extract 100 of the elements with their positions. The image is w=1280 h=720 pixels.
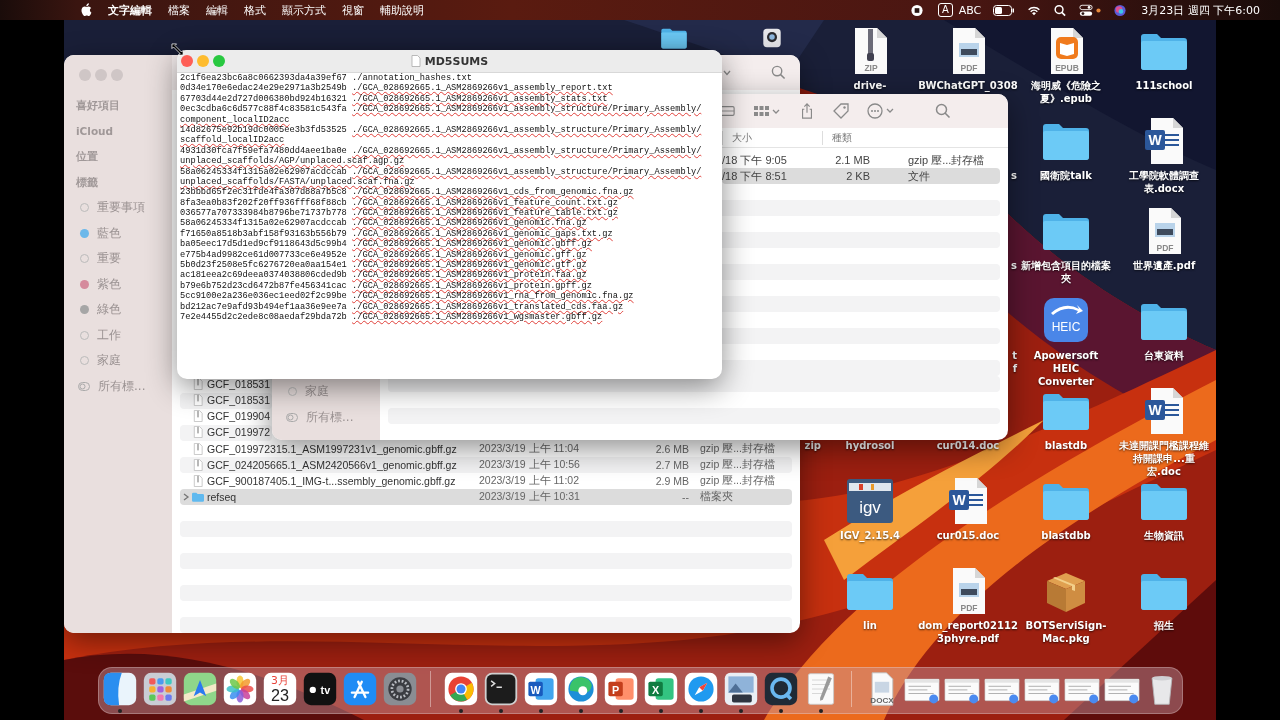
icon-label: BWChatGPT_0308: [918, 79, 1018, 92]
file-name: refseq: [207, 491, 238, 503]
icon-label: 新增包含項目的檔案夾: [1020, 259, 1112, 285]
text-line: ba05eec17d5d1ed9cf9118643d5c99b4 ./GCA_028692665.1_ASM2869266v1_genomic.gbff.gz: [180, 239, 593, 250]
file-size: 2 KB: [845, 170, 871, 182]
icon-label: 生物資訊: [1144, 529, 1184, 542]
file-date: 2023/3/19 上午 11:04: [479, 442, 581, 456]
icon-label: drive-: [853, 79, 887, 92]
file-date: 2023/3/19 上午 10:56: [479, 458, 581, 472]
file-kind: gzip 壓...封存檔: [907, 152, 986, 168]
icon-label: blastdbb: [1041, 529, 1091, 542]
file-name: GCF_024205665.1_ASM2420566v1_genomic.gbff.gz: [207, 459, 458, 471]
file-size: 2.7 MB: [654, 459, 689, 471]
text-line: 67703d44e2d727d006380bd924b16321 ./GCA_028692665.1_ASM2869266v1_assembly_stats.txt: [180, 93, 609, 104]
text-line: 2c1f6ea23bc6a8c0662393da4a39ef67 ./annotation_hashes.txt: [180, 73, 473, 83]
text-line: 4931d30fca7f59efa7480dd4aee1ba0e ./GCA_028692665.1_ASM2869266v1_assembly_structure/Primary_Assembly/: [180, 145, 703, 156]
file-date: /18 下午 9:05: [722, 152, 788, 168]
text-line: e775b4ad9982ce61d007733ce6e4952e ./GCA_028692665.1_ASM2869266v1_genomic.gff.gz: [180, 249, 588, 260]
file-date: /18 下午 8:51: [722, 168, 788, 184]
text-line: 23bbbd65f2ec31fde4fa307d88a7b5c8 ./GCA_028692665.1_ASM2869266v1_cds_from_genomic.fna.gz: [180, 187, 635, 198]
text-line: 58a06245334f1315a02e62907acdccab ./GCA_028692665.1_ASM2869266v1_assembly_structure/Primary_Assembly/: [180, 166, 703, 177]
icon-label: BOTServiSign- Mac.pkg: [1025, 619, 1107, 645]
file-size: 2.1 MB: [834, 154, 871, 166]
app-menu[interactable]: 文字編輯: [108, 2, 152, 18]
text-line: 036577a707333984b8796be71737b778 ./GCA_028692665.1_ASM2869266v1_feature_table.txt.gz: [180, 208, 619, 219]
menu-item[interactable]: 視窗: [342, 2, 364, 18]
icon-label: zip: [804, 439, 821, 452]
text-line: 14d82675e92b19dc0005ee3b3fd53525 ./GCA_028692665.1_ASM2869266v1_assembly_structure/Primary_Assembly/: [180, 124, 703, 135]
file-row[interactable]: GCF_900187405.1_IMG-t...ssembly_genomic.gbff.gz 2023/3/19 上午 11:02 2.9 MB gzip 壓...封存檔: [180, 473, 792, 489]
icon-label: 111school: [1135, 79, 1193, 92]
file-name: GCF_018531: [207, 378, 272, 390]
text-line: b79e6b752d23cd6472b87fe456341cac ./GCA_028692665.1_ASM2869266v1_protein.gpff.gz: [180, 280, 593, 291]
text-line: component_localID2acc: [180, 114, 291, 125]
file-size: 2.6 MB: [654, 443, 689, 455]
file-kind: 文件: [907, 168, 931, 184]
icon-label: hydrosol: [845, 439, 895, 452]
text-line: unplaced_scaffolds/FASTA/unplaced.scaf.fna.gz: [180, 176, 416, 187]
icon-label: blastdb: [1044, 439, 1088, 452]
converter-app-icon[interactable]: HEIC: [1041, 297, 1091, 345]
file-name: GCF_019904: [207, 410, 272, 422]
icon-label: cur015.doc: [936, 529, 1000, 542]
sidebar-heading: 位置: [76, 149, 99, 164]
input-source-badge[interactable]: A: [937, 3, 953, 17]
icon-label: s: [1011, 169, 1017, 182]
file-name: GCF_018531: [207, 394, 272, 406]
text-line: 58a06245334f1315a02e62907acdccab ./GCA_028692665.1_ASM2869266v1_genomic.fna.gz: [180, 218, 588, 229]
icon-label: 國衛院talk: [1040, 169, 1092, 182]
file-kind: gzip 壓...封存檔: [699, 458, 776, 472]
file-date: 2023/3/19 上午 10:31: [479, 490, 581, 504]
icon-label: 世界遺產.pdf: [1132, 259, 1196, 272]
menu-item[interactable]: 格式: [244, 2, 266, 18]
file-row[interactable]: GCF_024205665.1_ASM2420566v1_genomic.gbff.gz 2023/3/19 上午 10:56 2.7 MB gzip 壓...封存檔: [180, 457, 792, 473]
sidebar-heading: 標籤: [76, 174, 99, 190]
file-name: GCF_019972315.1_ASM1997231v1_genomic.gbff.gz: [207, 443, 458, 455]
file-kind: 檔案夾: [699, 490, 734, 504]
file-name: GCF_900187405.1_IMG-t...ssembly_genomic.gbff.gz: [207, 475, 457, 487]
menu-item[interactable]: 輔助說明: [380, 2, 424, 18]
icon-label: 工學院軟體調查表.docx: [1128, 169, 1200, 195]
text-line: 7e2e4455d2c2ede8c08aedaf29bda72b ./GCA_028692665.1_ASM2869266v1_wgsmaster.gbff.gz: [180, 312, 604, 323]
menu-clock[interactable]: 3月23日 週四 下午6:00: [1141, 2, 1260, 18]
file-date: 2023/3/19 上午 11:02: [479, 474, 581, 488]
input-source-label[interactable]: ABC: [958, 3, 982, 17]
icon-label: 招生: [1154, 619, 1174, 632]
file-row[interactable]: GCF_019972: [180, 425, 272, 441]
icon-label: t f: [1012, 349, 1017, 375]
text-line: bd212ac7e9afd93b494ef1aa36e9ee7a ./GCA_028692665.1_ASM2869266v1_translated_cds.faa.gz: [180, 301, 625, 312]
sidebar-heading: 喜好項目: [76, 98, 121, 113]
icon-label: lin: [863, 619, 877, 632]
file-row[interactable]: GCF_018531: [180, 377, 272, 393]
icon-label: 海明威《危險之夏》.epub: [1030, 79, 1102, 105]
file-row[interactable]: /18 下午 8:51 2 KB 文件: [722, 168, 1000, 184]
file-kind: gzip 壓...封存檔: [699, 442, 776, 456]
file-row[interactable]: refseq 2023/3/19 上午 10:31 -- 檔案夾: [180, 489, 792, 505]
file-kind: gzip 壓...封存檔: [699, 474, 776, 488]
column-header[interactable]: 種類: [822, 130, 900, 145]
file-row[interactable]: GCF_019972315.1_ASM1997231v1_genomic.gbff.gz 2023/3/19 上午 11:04 2.6 MB gzip 壓...封存檔: [180, 441, 792, 457]
menu-item[interactable]: 檔案: [168, 2, 190, 18]
file-row[interactable]: /18 下午 9:05 2.1 MB gzip 壓...封存檔: [722, 152, 1000, 168]
icon-label: dom_report02112 3phyre.pdf: [918, 619, 1018, 645]
text-line: ac181eea2c69deea0374038806cded9b ./GCA_028692665.1_ASM2869266v1_protein.faa.gz: [180, 270, 588, 281]
sidebar-heading: iCloud: [76, 123, 115, 139]
file-name: GCF_019972: [207, 426, 272, 438]
file-size: 2.9 MB: [654, 475, 689, 487]
menu-item[interactable]: 顯示方式: [282, 2, 326, 18]
file-row[interactable]: GCF_019904: [180, 409, 272, 425]
file-size: --: [681, 491, 689, 503]
text-line: 8fa3ea0b83f202f20ff936fff68f88cb ./GCA_028692665.1_ASM2869266v1_feature_count.txt.gz: [180, 197, 619, 208]
text-line: 0ec3cdba6c6d577c88f4c83581c543fa ./GCA_028692665.1_ASM2869266v1_assembly_structure/Primary_Assembly/: [180, 104, 703, 115]
icon-label: 台東資料: [1144, 349, 1184, 362]
window-title: MD5SUMS: [424, 54, 489, 68]
icon-label: IGV_2.15.4: [839, 529, 901, 542]
text-line: 5b0d23f2508e5fc6276720ea0aa154e1 ./GCA_028692665.1_ASM2869266v1_genomic.gtf.gz: [180, 260, 588, 271]
genome-viewer-app-icon[interactable]: igv: [845, 477, 895, 525]
icon-label: s: [1011, 259, 1017, 272]
icon-label: Apowersoft HEIC Converter: [1032, 349, 1100, 388]
icon-label: 未達開課門檻課程維持開課申...重宏.doc: [1118, 439, 1210, 478]
menu-item[interactable]: 編輯: [206, 2, 228, 18]
text-line: f71650a8518b3abf158f93163b556b79 ./GCA_028692665.1_ASM2869266v1_genomic_gaps.txt.gz: [180, 228, 614, 239]
file-row[interactable]: GCF_018531: [180, 393, 272, 409]
text-line: scaffold_localID2acc: [180, 135, 286, 146]
